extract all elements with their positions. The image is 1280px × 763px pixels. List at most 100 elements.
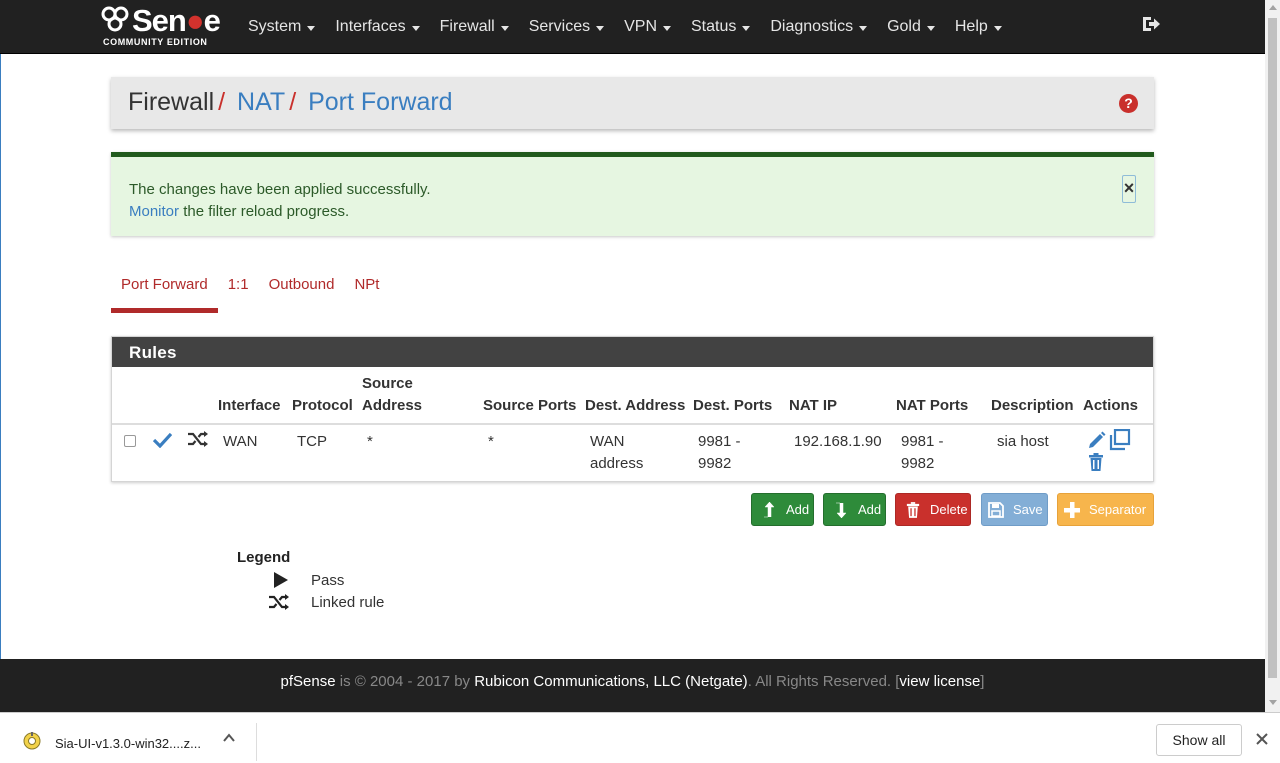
rules-panel: Rules Interface Protocol Source Address … xyxy=(111,336,1154,482)
rule-select-checkbox[interactable] xyxy=(124,435,136,447)
copy-icon[interactable] xyxy=(1109,429,1131,451)
caret-down-icon xyxy=(859,25,868,31)
breadcrumb-nat[interactable]: NAT xyxy=(237,88,285,116)
page-scrollbar[interactable] xyxy=(1265,0,1280,712)
download-divider xyxy=(256,723,257,761)
row-description: sia host xyxy=(997,433,1049,450)
col-nat-ip: NAT IP xyxy=(789,397,838,414)
pfsense-logo[interactable]: Sen●e COMMUNITY EDITION xyxy=(100,3,225,49)
menu-gold[interactable]: Gold xyxy=(877,0,945,54)
show-all-button[interactable]: Show all xyxy=(1156,724,1242,756)
page-left-border xyxy=(0,54,1,659)
scroll-up-icon[interactable] xyxy=(1269,5,1277,10)
chevron-up-icon[interactable] xyxy=(222,731,236,745)
legend-pass: Pass xyxy=(311,572,345,589)
menu-services[interactable]: Services xyxy=(519,0,614,54)
legend-linked-rule: Linked rule xyxy=(311,594,385,611)
row-dest-ports: 9981 - xyxy=(698,433,741,450)
col-source-ports: Source Ports xyxy=(483,397,577,414)
logo-s-mark: ● xyxy=(185,3,205,38)
row-source-address: * xyxy=(367,433,373,450)
row-nat-ip: 192.168.1.90 xyxy=(794,433,882,450)
download-bar: Sia-UI-v1.3.0-win32....z... Show all xyxy=(0,712,1280,763)
alert-close-button[interactable]: × xyxy=(1122,175,1136,203)
caret-down-icon xyxy=(926,25,935,31)
alert-message: The changes have been applied successful… xyxy=(129,181,431,198)
pass-play-icon xyxy=(274,572,288,588)
menu-diagnostics[interactable]: Diagnostics xyxy=(760,0,877,54)
row-protocol: TCP xyxy=(297,433,327,450)
rules-title: Rules xyxy=(112,337,1153,367)
page-header: Firewall / NAT / Port Forward ? xyxy=(111,77,1154,129)
col-dest-address: Dest. Address xyxy=(585,397,686,414)
row-nat-ports: 9981 - xyxy=(901,433,944,450)
footer-company-link[interactable]: Rubicon Communications, LLC (Netgate) xyxy=(474,673,747,690)
col-description: Description xyxy=(991,397,1074,414)
edit-pencil-icon[interactable] xyxy=(1088,431,1106,449)
menu-help[interactable]: Help xyxy=(945,0,1012,54)
help-icon[interactable]: ? xyxy=(1119,94,1138,113)
col-nat-ports: NAT Ports xyxy=(896,397,969,414)
page-footer: pfSense is © 2004 - 2017 by Rubicon Comm… xyxy=(0,659,1265,712)
logo-subtitle: COMMUNITY EDITION xyxy=(103,37,208,47)
row-dest-address-2: address xyxy=(590,455,644,472)
caret-down-icon xyxy=(663,25,671,31)
table-header-divider xyxy=(112,423,1153,425)
download-filename[interactable]: Sia-UI-v1.3.0-win32....z... xyxy=(55,736,201,751)
row-nat-ports-2: 9982 xyxy=(901,455,935,472)
scroll-thumb[interactable] xyxy=(1268,18,1277,678)
row-dest-ports-2: 9982 xyxy=(698,455,732,472)
breadcrumb: Firewall / NAT / Port Forward xyxy=(128,88,453,116)
tab-one-to-one[interactable]: 1:1 xyxy=(218,270,259,310)
floppy-disk-icon xyxy=(987,501,1005,519)
row-interface: WAN xyxy=(223,433,258,450)
view-license-link[interactable]: view license xyxy=(899,673,980,690)
tab-port-forward[interactable]: Port Forward xyxy=(111,270,218,313)
menu-firewall[interactable]: Firewall xyxy=(430,0,519,54)
delete-trash-icon[interactable] xyxy=(1088,453,1104,471)
separator-button[interactable]: Separator xyxy=(1057,493,1154,526)
col-actions: Actions xyxy=(1083,397,1139,414)
plus-icon xyxy=(1063,501,1081,519)
top-navbar: Sen●e COMMUNITY EDITION System Interface… xyxy=(0,0,1265,54)
caret-down-icon xyxy=(500,25,509,31)
menu-vpn[interactable]: VPN xyxy=(614,0,681,54)
col-source-address-2: Address xyxy=(362,397,423,414)
delete-button[interactable]: Delete xyxy=(895,493,971,526)
tab-outbound[interactable]: Outbound xyxy=(259,270,345,310)
main-menu: System Interfaces Firewall Services VPN … xyxy=(238,0,1012,54)
scroll-down-icon[interactable] xyxy=(1269,700,1277,705)
nat-tabs: Port Forward 1:1 Outbound NPt xyxy=(111,270,389,314)
footer-brand[interactable]: pfSense xyxy=(281,673,336,690)
caret-down-icon xyxy=(307,25,316,31)
legend-title: Legend xyxy=(237,549,291,566)
linked-rule-shuffle-icon xyxy=(188,431,208,447)
rule-enabled-check-icon[interactable] xyxy=(153,432,172,448)
add-bottom-button[interactable]: Add xyxy=(823,493,886,526)
caret-down-icon xyxy=(742,25,751,31)
success-alert: The changes have been applied successful… xyxy=(111,152,1154,236)
arrow-down-icon xyxy=(832,501,850,519)
add-top-button[interactable]: Add xyxy=(751,493,814,526)
logout-icon[interactable] xyxy=(1141,14,1161,34)
alert-message-2: Monitor the filter reload progress. xyxy=(129,203,350,220)
breadcrumb-port-forward[interactable]: Port Forward xyxy=(308,88,452,116)
col-interface: Interface xyxy=(218,397,281,414)
save-button[interactable]: Save xyxy=(981,493,1048,526)
menu-status[interactable]: Status xyxy=(681,0,760,54)
row-dest-address: WAN xyxy=(590,433,625,450)
menu-interfaces[interactable]: Interfaces xyxy=(325,0,429,54)
row-source-ports: * xyxy=(488,433,494,450)
zip-file-icon[interactable] xyxy=(22,731,42,751)
breadcrumb-firewall: Firewall xyxy=(128,88,215,116)
arrow-up-icon xyxy=(760,501,778,519)
close-icon[interactable] xyxy=(1255,732,1269,746)
col-dest-ports: Dest. Ports xyxy=(693,397,773,414)
logo-rings-icon xyxy=(101,6,129,32)
monitor-link[interactable]: Monitor xyxy=(129,203,179,220)
menu-system[interactable]: System xyxy=(238,0,325,54)
trash-icon xyxy=(904,501,922,519)
legend-shuffle-icon xyxy=(269,594,289,610)
tab-npt[interactable]: NPt xyxy=(344,270,389,310)
col-source-address: Source xyxy=(362,375,413,392)
